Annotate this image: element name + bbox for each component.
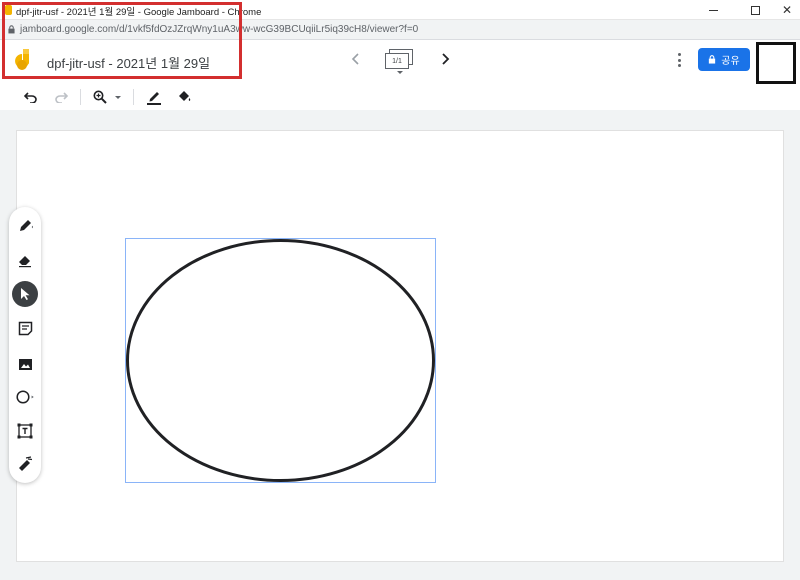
caret-down-icon xyxy=(115,95,121,99)
zoom-dropdown-button[interactable] xyxy=(113,87,123,107)
undo-icon xyxy=(24,92,37,103)
laser-icon xyxy=(19,456,33,471)
editing-toolbar xyxy=(0,84,800,110)
document-title[interactable]: dpf-jitr-usf - 2021년 1월 29일 xyxy=(47,53,210,72)
toolbar-divider xyxy=(133,89,134,105)
select-tool-button[interactable] xyxy=(12,281,38,307)
tool-rail xyxy=(9,207,41,483)
more-vert-icon xyxy=(677,53,681,56)
chevron-right-icon xyxy=(442,53,450,65)
more-options-button[interactable] xyxy=(672,51,686,69)
zoom-button[interactable] xyxy=(90,87,110,107)
pen-color-icon xyxy=(147,92,161,105)
text-box-icon xyxy=(17,423,33,439)
minimize-button[interactable] xyxy=(696,0,730,20)
chevron-left-icon xyxy=(351,53,359,65)
jamboard-logo-icon xyxy=(15,49,30,70)
frame-counter: 1/1 xyxy=(385,53,409,69)
redo-icon xyxy=(55,92,68,103)
eraser-icon xyxy=(19,256,31,268)
shape-tool-button[interactable] xyxy=(14,386,36,408)
zoom-icon xyxy=(93,90,107,104)
account-avatar-box[interactable] xyxy=(756,42,796,84)
next-frame-button[interactable] xyxy=(436,50,454,68)
caret-down-icon xyxy=(397,71,403,74)
jamboard-favicon-icon xyxy=(5,5,12,15)
undo-button[interactable] xyxy=(21,87,41,107)
close-icon: ✕ xyxy=(781,3,793,17)
minimize-icon xyxy=(708,9,718,11)
pen-icon xyxy=(20,220,33,231)
frame-bar-button[interactable]: 1/1 xyxy=(383,47,417,75)
laser-tool-button[interactable] xyxy=(14,453,36,475)
sticky-note-tool-button[interactable] xyxy=(14,317,36,339)
sticky-note-icon xyxy=(18,321,32,335)
previous-frame-button[interactable] xyxy=(347,50,365,68)
share-label: 공유 xyxy=(721,56,740,67)
image-tool-button[interactable] xyxy=(14,353,36,375)
url-text[interactable]: jamboard.google.com/d/1vkf5fdOzJZrqWny1u… xyxy=(20,24,418,35)
close-window-button[interactable]: ✕ xyxy=(770,0,800,20)
pen-color-button[interactable] xyxy=(144,87,164,107)
maximize-button[interactable] xyxy=(738,0,772,20)
text-box-tool-button[interactable] xyxy=(14,420,36,442)
lock-icon xyxy=(8,25,15,34)
jamboard-window: dpf-jitr-usf - 2021년 1월 29일 - Google Jam… xyxy=(0,0,800,580)
fill-color-button[interactable] xyxy=(174,87,194,107)
window-title: dpf-jitr-usf - 2021년 1월 29일 - Google Jam… xyxy=(16,7,262,18)
window-title-bar: dpf-jitr-usf - 2021년 1월 29일 - Google Jam… xyxy=(0,0,800,20)
toolbar-divider xyxy=(80,89,81,105)
address-bar[interactable]: jamboard.google.com/d/1vkf5fdOzJZrqWny1u… xyxy=(0,20,800,40)
lock-icon xyxy=(709,55,716,64)
pen-tool-button[interactable] xyxy=(14,215,36,237)
redo-button[interactable] xyxy=(51,87,71,107)
fill-color-icon xyxy=(179,91,191,101)
share-button[interactable]: 공유 xyxy=(698,48,750,71)
image-icon xyxy=(18,358,32,370)
eraser-tool-button[interactable] xyxy=(14,249,36,271)
maximize-icon xyxy=(750,5,760,15)
select-icon xyxy=(21,288,30,300)
shape-circle-icon xyxy=(16,390,34,404)
ellipse-shape[interactable] xyxy=(125,238,436,483)
